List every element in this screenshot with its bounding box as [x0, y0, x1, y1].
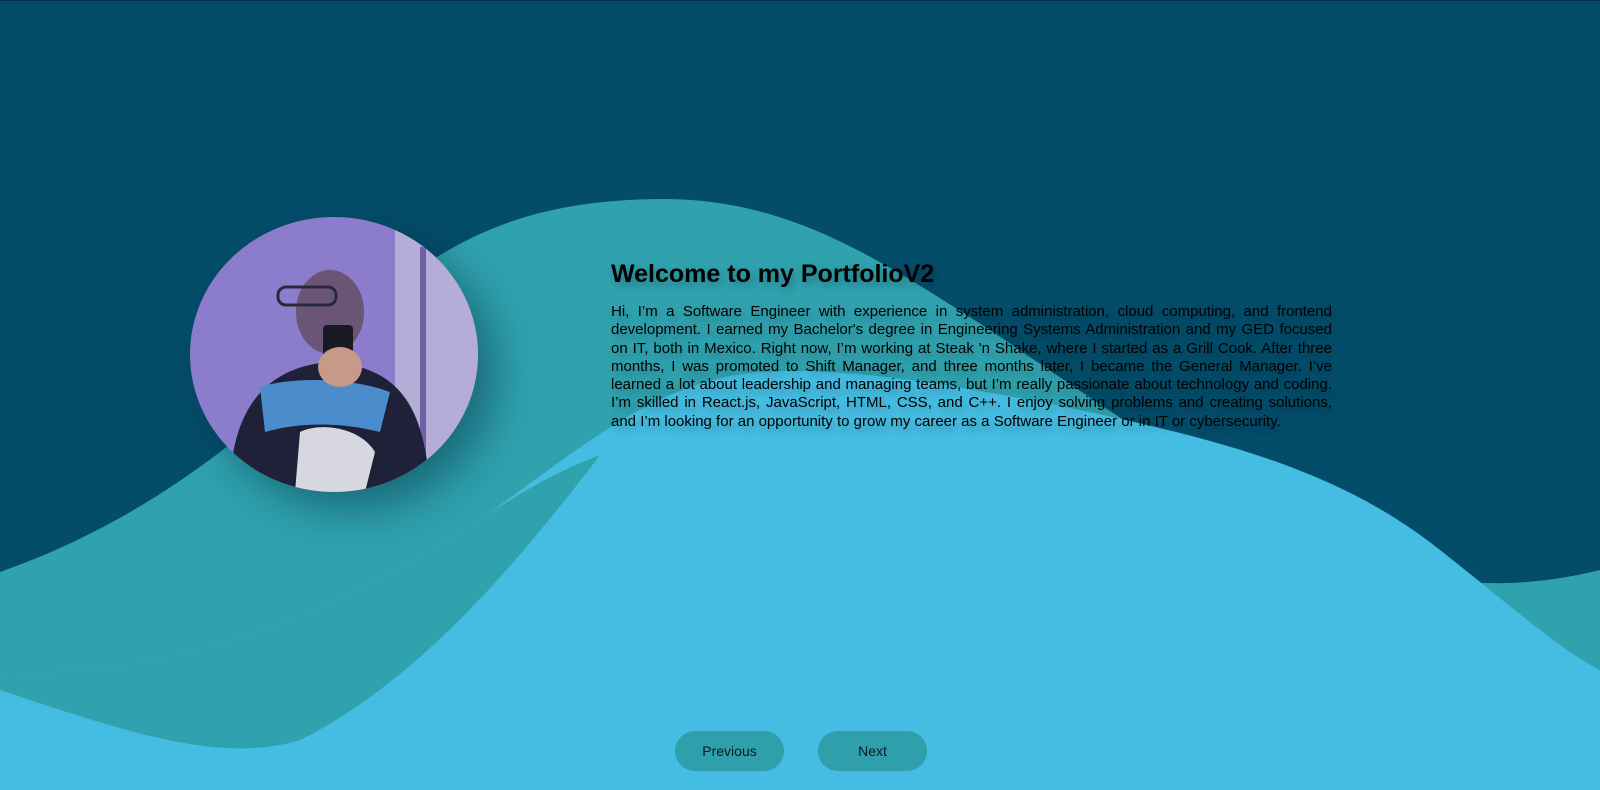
page-title: Welcome to my PortfolioV2: [611, 260, 935, 288]
pagination-controls: Previous Next: [675, 731, 927, 771]
intro-section: Welcome to my PortfolioV2 Hi, I’m a Soft…: [611, 260, 1332, 431]
next-button[interactable]: Next: [818, 731, 927, 771]
previous-button[interactable]: Previous: [675, 731, 784, 771]
profile-avatar: [190, 217, 478, 492]
profile-photo: [190, 217, 478, 492]
intro-paragraph: Hi, I’m a Software Engineer with experie…: [611, 303, 1332, 430]
portfolio-page: Welcome to my PortfolioV2 Hi, I’m a Soft…: [0, 0, 1600, 790]
